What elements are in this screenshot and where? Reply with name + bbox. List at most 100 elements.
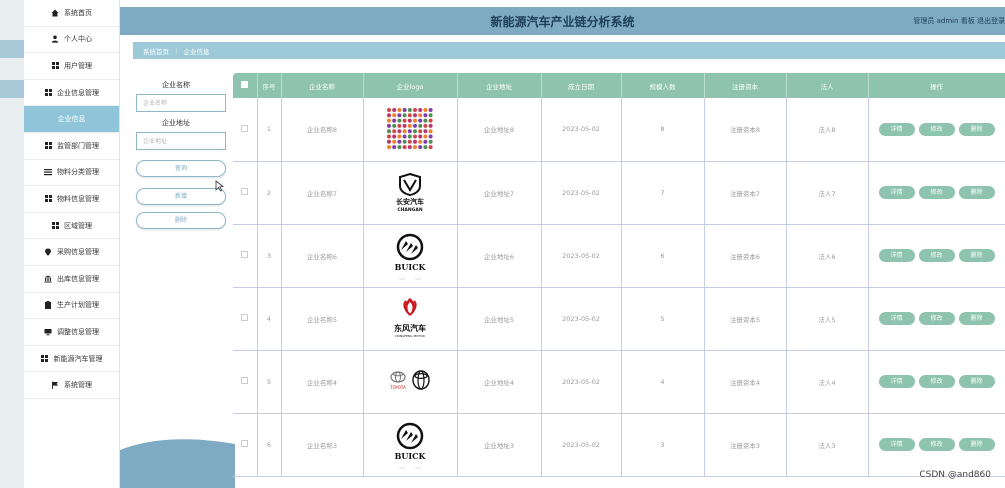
dongfeng-logo-text: 东风汽车	[394, 323, 426, 333]
breadcrumb-separator: ⋮	[173, 46, 180, 55]
bank-icon	[44, 275, 52, 283]
sidebar-item-label: 出库信息管理	[57, 274, 99, 283]
delete-button[interactable]: 删除	[958, 438, 995, 451]
delete-button[interactable]: 删除	[958, 312, 995, 325]
select-all-checkbox[interactable]	[233, 73, 258, 98]
cell-staff-size: 5	[621, 287, 705, 351]
sidebar-item-label: 生产计划管理	[57, 301, 99, 310]
flag-icon	[51, 381, 59, 390]
detail-button[interactable]: 详情	[878, 438, 915, 451]
table-header-row: 序号 企业名称 企业logo 企业地址 成立日期 规模人数 注册资本 法人 操作	[233, 73, 1005, 98]
row-checkbox[interactable]	[233, 413, 258, 477]
table-row: 3 企业名称6 BUICK 企业地址6 2023-05-02 6 注册资本6 法人6 详情 修改删…	[233, 224, 1005, 288]
delete-button[interactable]: 删除	[958, 375, 995, 388]
delete-button[interactable]: 删除	[958, 186, 995, 199]
edit-button[interactable]: 修改	[918, 122, 955, 136]
strip-highlight	[0, 40, 24, 58]
sidebar-item[interactable]: 系统首页	[24, 0, 119, 27]
top-header: 新能源汽车产业链分析系统 管理员 admin 看板 退出登录	[120, 7, 1005, 35]
sidebar-item[interactable]: 区域管理	[24, 213, 119, 240]
breadcrumb-home[interactable]: 系统首页	[143, 46, 169, 56]
sidebar-item-label: 采购信息管理	[57, 248, 99, 257]
left-edge-strip	[0, 0, 24, 488]
cell-staff-size: 6	[621, 224, 705, 288]
column-header: 企业地址	[457, 73, 542, 98]
sidebar-item[interactable]: 物料信息管理	[24, 186, 119, 213]
cell-actions: 详情 修改 删除	[868, 350, 1005, 414]
sidebar-item[interactable]: 出库信息管理	[24, 266, 119, 293]
cell-registered-capital: 注册资本6	[704, 224, 787, 288]
company-name-label: 企业名称	[162, 81, 190, 89]
row-checkbox[interactable]	[233, 287, 258, 351]
detail-button[interactable]: 详情	[878, 186, 915, 199]
detail-button[interactable]: 详情	[878, 249, 915, 262]
detail-button[interactable]: 详情	[878, 122, 915, 136]
cell-registered-capital: 注册资本3	[704, 413, 787, 477]
dongfeng-logo: 东风汽车 DONGFENG MOTOR	[364, 295, 457, 343]
batch-delete-button[interactable]: 删除	[136, 212, 226, 229]
detail-button[interactable]: 详情	[878, 312, 915, 325]
cell-staff-size: 7	[621, 161, 705, 225]
search-panel: 企业名称 企业地址 查询 新增 删除	[120, 59, 232, 488]
row-checkbox[interactable]	[233, 161, 258, 225]
edit-button[interactable]: 修改	[918, 375, 955, 388]
row-checkbox[interactable]	[233, 224, 258, 288]
pin-icon	[44, 248, 52, 256]
cell-company-address: 企业地址3	[457, 413, 542, 477]
sidebar-item[interactable]: 新能源汽车管理	[24, 346, 119, 373]
list-icon	[44, 168, 52, 176]
toyota-logo: TOYOTA	[364, 367, 457, 397]
edit-button[interactable]: 修改	[918, 249, 955, 262]
cell-company-logo	[363, 98, 458, 162]
sidebar-item[interactable]: 采购信息管理	[24, 239, 119, 266]
delete-button[interactable]: 删除	[958, 249, 995, 262]
cell-index: 4	[257, 287, 282, 351]
cell-index: 6	[257, 413, 282, 477]
cell-actions: 详情 修改 删除	[868, 413, 1005, 477]
sidebar-item[interactable]: 系统管理	[24, 372, 119, 399]
delete-button[interactable]: 删除	[958, 122, 995, 136]
cell-legal-person: 法人3	[786, 413, 869, 477]
csdn-watermark: CSDN @and860	[919, 470, 991, 480]
sidebar-item[interactable]: 物料分类管理	[24, 160, 119, 187]
user-menu[interactable]: 管理员 admin 看板 退出登录	[913, 16, 1005, 26]
query-button[interactable]: 查询	[136, 160, 226, 177]
detail-button[interactable]: 详情	[878, 375, 915, 388]
edit-button[interactable]: 修改	[918, 312, 955, 325]
sidebar-item[interactable]: 企业信息	[24, 106, 119, 133]
edit-button[interactable]: 修改	[918, 186, 955, 199]
company-table: 序号 企业名称 企业logo 企业地址 成立日期 规模人数 注册资本 法人 操作…	[233, 73, 1005, 488]
edit-button[interactable]: 修改	[918, 438, 955, 451]
car-brands-collage	[364, 106, 457, 152]
cell-legal-person: 法人4	[786, 350, 869, 414]
cell-company-name: 企业名称4	[281, 350, 364, 414]
sidebar-item[interactable]: 监管部门管理	[24, 133, 119, 160]
cell-company-address: 企业地址6	[457, 224, 542, 288]
company-address-input[interactable]	[136, 132, 226, 150]
sidebar-item[interactable]: 企业信息管理	[24, 80, 119, 107]
sidebar-item[interactable]: 用户管理	[24, 53, 119, 80]
strip-highlight	[0, 80, 24, 98]
cell-company-logo: 长安汽车 CHANGAN	[363, 161, 458, 225]
column-header: 序号	[257, 73, 282, 98]
cell-registered-capital: 注册资本7	[704, 161, 787, 225]
cell-index: 2	[257, 161, 282, 225]
sidebar-item[interactable]: 生产计划管理	[24, 293, 119, 320]
company-name-input[interactable]	[136, 94, 226, 112]
sidebar-item-label: 系统首页	[64, 8, 92, 17]
cell-founded-date: 2023-05-02	[541, 287, 622, 351]
sidebar-item[interactable]: 个人中心	[24, 27, 119, 54]
cell-company-name: 企业名称3	[281, 413, 364, 477]
app-root: 系统首页 个人中心 用户管理 企业信息管理 企业信息 监管部门管理 物料分类管理 物料信息管理…	[0, 0, 1005, 488]
sidebar-item[interactable]: 调整信息管理	[24, 319, 119, 346]
cell-staff-size: 4	[621, 350, 705, 414]
add-button[interactable]: 新增	[136, 188, 226, 205]
row-checkbox[interactable]	[233, 350, 258, 414]
row-checkbox[interactable]	[233, 98, 258, 162]
cell-actions: 详情 修改 删除	[868, 161, 1005, 225]
cell-index: 1	[257, 98, 282, 162]
cell-company-logo: BUICK	[363, 224, 458, 288]
cell-founded-date: 2023-05-02	[541, 413, 622, 477]
cell-company-address: 企业地址8	[457, 98, 542, 162]
sidebar-item-label: 系统管理	[64, 381, 92, 390]
